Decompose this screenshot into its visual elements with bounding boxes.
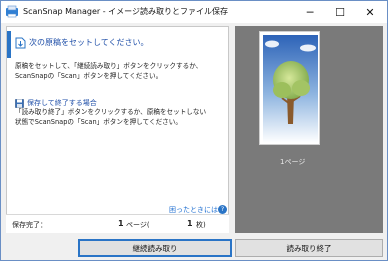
status-row: 保存完了： 1 ページ( 1 枚) [6, 214, 229, 233]
preview-panel: 1ページ [235, 26, 383, 233]
title-bar[interactable]: ScanSnap Manager - イメージ読み取りとファイル保存 ─ ☐ ✕ [1, 1, 387, 23]
page-label: 1ページ [280, 158, 306, 166]
maximize-button[interactable]: ☐ [325, 1, 355, 23]
help-icon[interactable]: ? [218, 205, 227, 214]
page-thumbnail[interactable] [259, 31, 320, 145]
minimize-button[interactable]: ─ [295, 1, 325, 23]
instruction-title: 次の原稿をセットしてください。 [29, 38, 149, 47]
save-line: 状態でScanSnapの「Scan」ボタンを押してください。 [15, 118, 182, 126]
accent-bar [7, 31, 11, 58]
close-button[interactable]: ✕ [355, 1, 385, 23]
saved-sheets-count: 1 [187, 219, 193, 228]
scansnap-app-icon [6, 5, 18, 18]
saved-label: 保存完了： [12, 221, 47, 229]
finish-scan-button[interactable]: 読み取り終了 [235, 239, 383, 257]
tree-image [263, 35, 318, 143]
saved-pages-count: 1 [118, 219, 124, 228]
instruction-line: 原稿をセットして、「継続読み取り」ボタンをクリックするか、 [15, 62, 203, 70]
document-arrow-icon [15, 37, 26, 49]
scansnap-window: ScanSnap Manager - イメージ読み取りとファイル保存 ─ ☐ ✕… [0, 0, 388, 261]
saved-pages-unit: ページ( [126, 221, 150, 229]
instruction-body: 原稿をセットして、「継続読み取り」ボタンをクリックするか、 ScanSnapの「… [15, 61, 227, 81]
instruction-panel: 次の原稿をセットしてください。 原稿をセットして、「継続読み取り」ボタンをクリッ… [6, 26, 229, 233]
continue-scan-button[interactable]: 継続読み取り [78, 239, 232, 257]
window-title: ScanSnap Manager - イメージ読み取りとファイル保存 [23, 7, 228, 16]
instruction-line: ScanSnapの「Scan」ボタンを押してください。 [15, 72, 163, 80]
save-section-body: 「読み取り終了」ボタンをクリックするか、原稿をセットしない 状態でScanSna… [15, 107, 229, 127]
save-line: 「読み取り終了」ボタンをクリックするか、原稿をセットしない [15, 108, 207, 116]
saved-sheets-unit: 枚) [196, 221, 206, 229]
